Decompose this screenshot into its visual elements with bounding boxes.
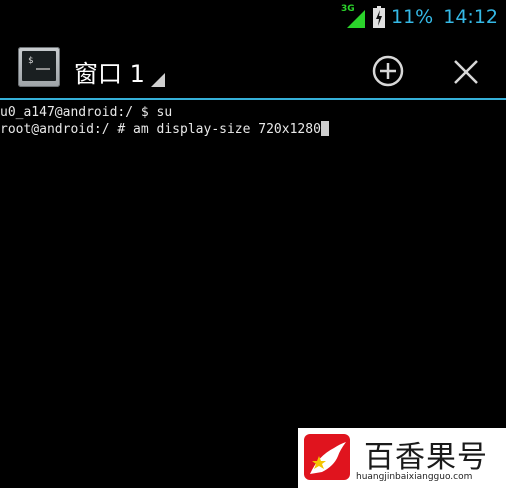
battery-icon — [373, 6, 385, 28]
add-circle-icon — [372, 55, 404, 87]
terminal-app-icon[interactable]: $ — [18, 47, 60, 87]
window-selector[interactable]: 窗口 1 — [74, 54, 165, 89]
signal-icon: 3G — [341, 4, 367, 28]
watermark-url: huangjinbaixiangguo.com — [356, 472, 473, 482]
watermark-name: 百香果号 — [364, 440, 488, 475]
watermark: 百香果号 huangjinbaixiangguo.com — [298, 428, 506, 488]
battery-percent: 11% — [391, 6, 434, 28]
close-window-button[interactable] — [448, 54, 484, 90]
action-bar: $ 窗口 1 — [0, 32, 506, 100]
window-title: 窗口 1 — [74, 60, 145, 88]
terminal-line: root@android:/ # am display-size 720x128… — [0, 121, 506, 138]
action-bar-divider — [0, 98, 506, 100]
text-cursor — [320, 121, 329, 136]
watermark-logo-icon — [304, 434, 350, 480]
terminal-line: u0_a147@android:/ $ su — [0, 105, 173, 120]
close-icon — [454, 60, 478, 84]
status-clock: 14:12 — [443, 6, 498, 28]
new-window-button[interactable] — [369, 52, 407, 90]
dropdown-triangle-icon — [150, 73, 165, 87]
status-bar: 3G 11% 14:12 — [0, 0, 506, 32]
status-icons: 3G 11% 14:12 — [341, 4, 498, 30]
